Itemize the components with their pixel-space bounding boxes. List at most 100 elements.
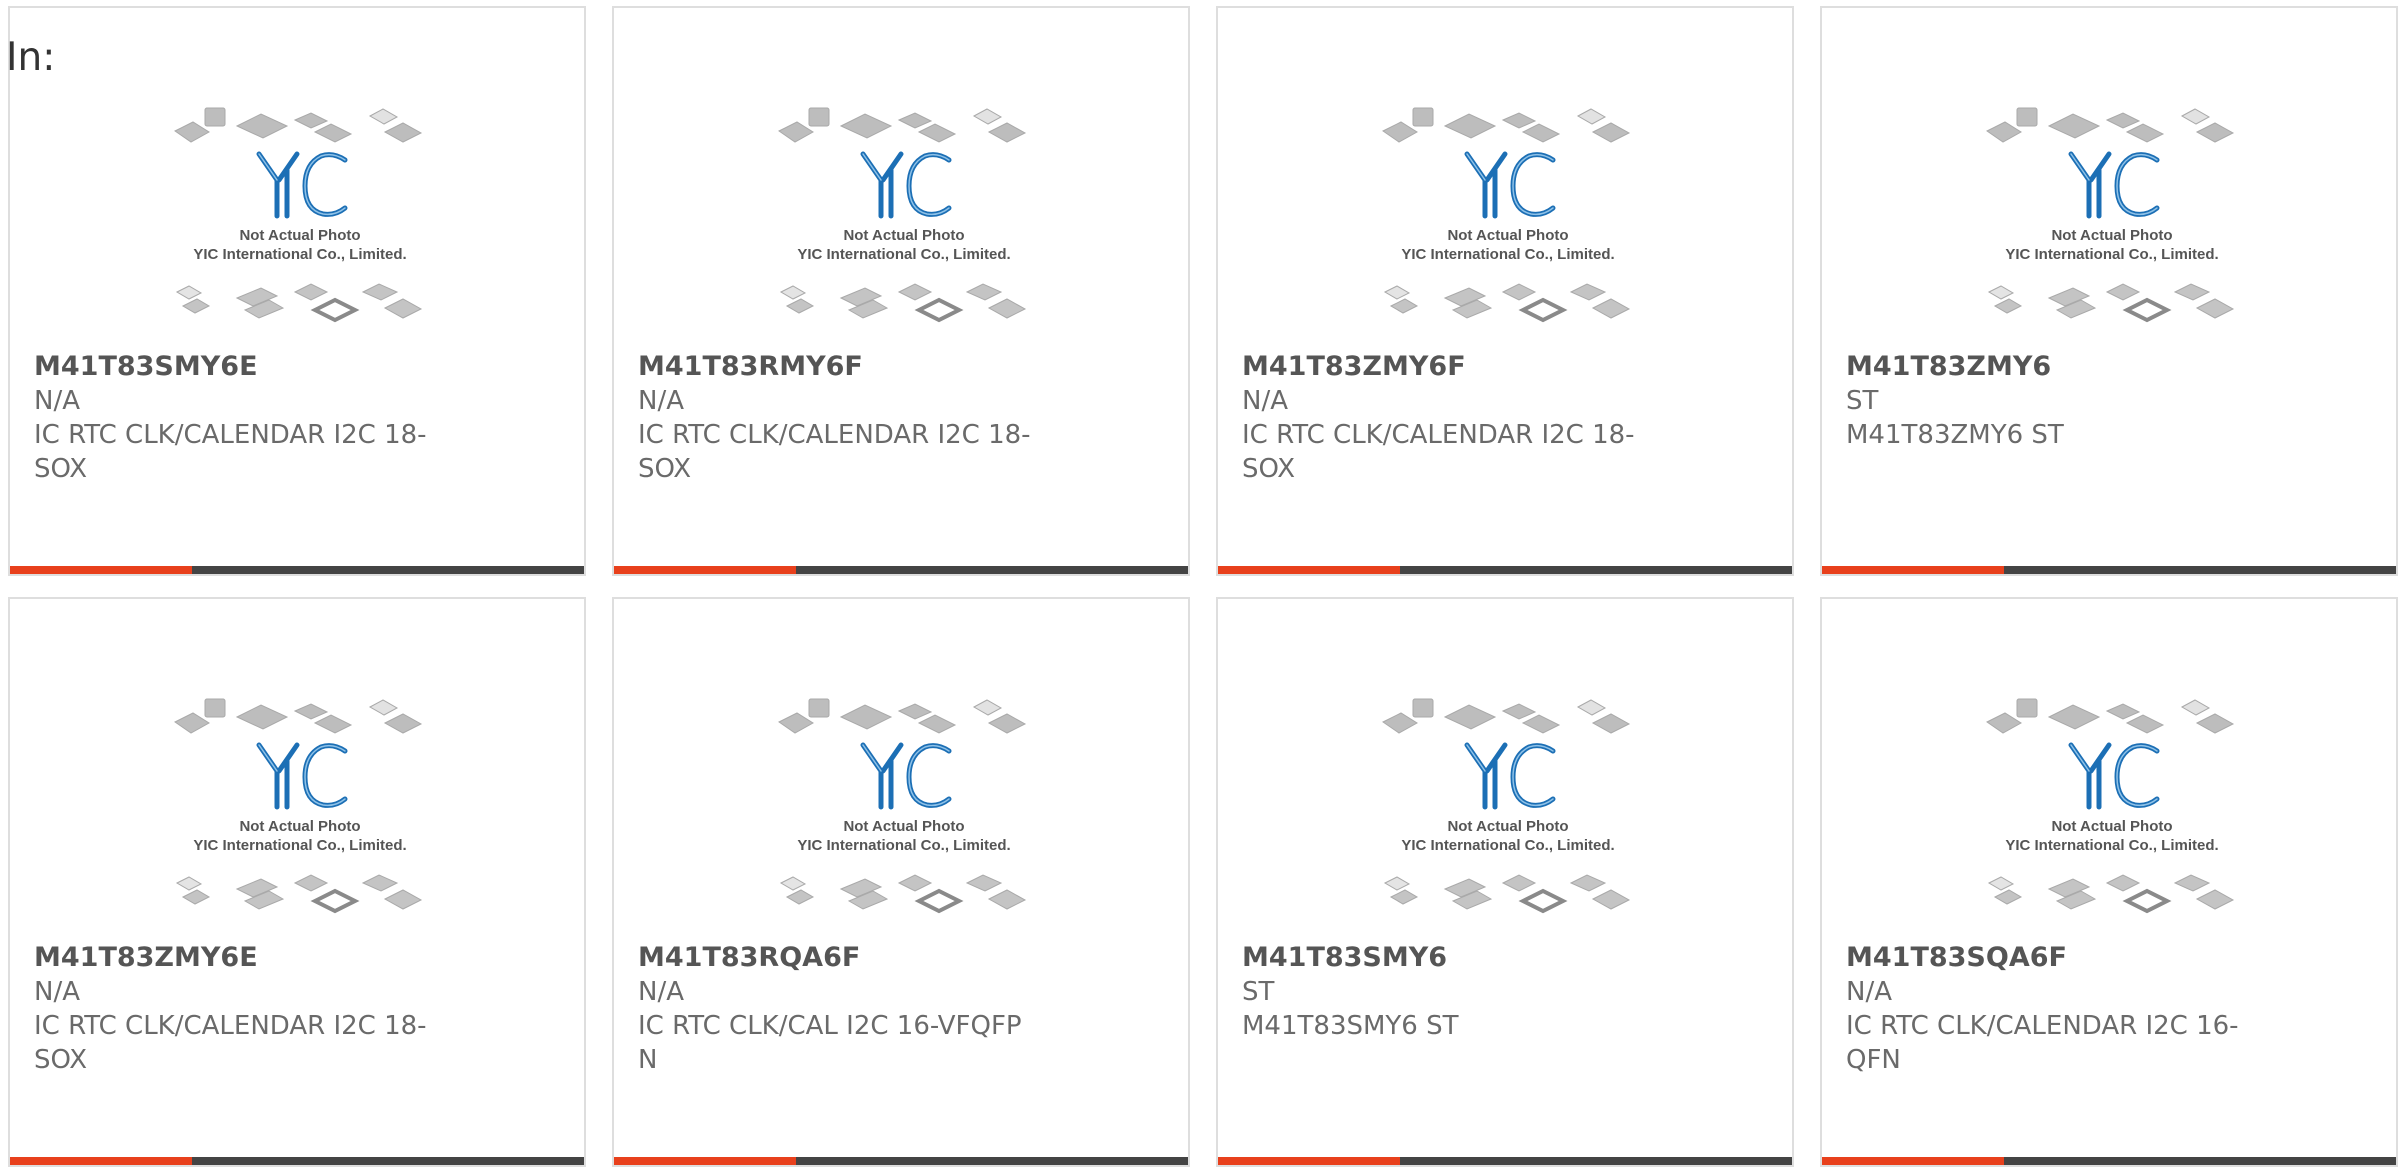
part-number[interactable]: M41T83SMY6: [1242, 941, 1672, 975]
placeholder-line1: Not Actual Photo: [843, 227, 964, 244]
placeholder-line1: Not Actual Photo: [843, 818, 964, 835]
product-card[interactable]: Not Actual Photo YIC International Co., …: [612, 6, 1190, 576]
card-accent-bar: [1822, 1157, 2004, 1165]
placeholder-line1: Not Actual Photo: [1447, 227, 1568, 244]
product-card[interactable]: Not Actual Photo YIC International Co., …: [8, 597, 586, 1167]
product-info: M41T83ZMY6F N/A IC RTC CLK/CALENDAR I2C …: [1242, 350, 1672, 486]
manufacturer: ST: [1846, 386, 1879, 416]
yic-logo-icon: [1464, 742, 1556, 810]
description: IC RTC CLK/CALENDAR I2C 16-QFN: [1846, 1011, 2239, 1075]
product-info: M41T83SMY6 ST M41T83SMY6 ST: [1242, 941, 1672, 1043]
card-footer-bar: [10, 566, 584, 574]
product-info: M41T83ZMY6E N/A IC RTC CLK/CALENDAR I2C …: [34, 941, 464, 1077]
placeholder-photo: Not Actual Photo YIC International Co., …: [1986, 107, 2235, 323]
description: IC RTC CLK/CALENDAR I2C 18-SOX: [34, 1011, 427, 1075]
part-number[interactable]: M41T83SQA6F: [1846, 941, 2276, 975]
placeholder-line2: YIC International Co., Limited.: [2005, 246, 2218, 263]
placeholder-photo: Not Actual Photo YIC International Co., …: [1382, 698, 1631, 914]
product-card[interactable]: Not Actual Photo YIC International Co., …: [612, 597, 1190, 1167]
card-footer-bar: [1218, 566, 1792, 574]
part-number[interactable]: M41T83ZMY6: [1846, 350, 2276, 384]
placeholder-line1: Not Actual Photo: [2051, 227, 2172, 244]
yic-logo-icon: [256, 742, 348, 810]
chip-icons-bottom: [779, 283, 1027, 323]
card-footer-bar: [10, 1157, 584, 1165]
chip-icons-bottom: [1987, 283, 2235, 323]
chip-icons-top: [1382, 698, 1631, 734]
placeholder-photo: Not Actual Photo YIC International Co., …: [778, 698, 1027, 914]
chip-icons-top: [1382, 107, 1631, 143]
card-accent-bar: [10, 566, 192, 574]
manufacturer: N/A: [1242, 386, 1288, 416]
product-card[interactable]: Not Actual Photo YIC International Co., …: [1216, 597, 1794, 1167]
placeholder-line2: YIC International Co., Limited.: [797, 837, 1010, 854]
card-footer-bar: [1218, 1157, 1792, 1165]
description: M41T83SMY6 ST: [1242, 1011, 1459, 1041]
part-number[interactable]: M41T83RMY6F: [638, 350, 1068, 384]
product-card[interactable]: Not Actual Photo YIC International Co., …: [1216, 6, 1794, 576]
card-accent-bar: [614, 566, 796, 574]
placeholder-line1: Not Actual Photo: [2051, 818, 2172, 835]
description: IC RTC CLK/CALENDAR I2C 18-SOX: [638, 420, 1031, 484]
manufacturer: N/A: [34, 977, 80, 1007]
card-accent-bar: [614, 1157, 796, 1165]
product-info: M41T83SMY6E N/A IC RTC CLK/CALENDAR I2C …: [34, 350, 464, 486]
product-card[interactable]: Not Actual Photo YIC International Co., …: [1820, 6, 2398, 576]
chip-icons-top: [174, 698, 423, 734]
yic-logo-icon: [860, 742, 952, 810]
chip-icons-bottom: [1383, 283, 1631, 323]
chip-icons-bottom: [779, 874, 1027, 914]
placeholder-line2: YIC International Co., Limited.: [1401, 837, 1614, 854]
yic-logo-icon: [860, 151, 952, 219]
product-card[interactable]: Not Actual Photo YIC International Co., …: [1820, 597, 2398, 1167]
manufacturer: N/A: [1846, 977, 1892, 1007]
product-info: M41T83RQA6F N/A IC RTC CLK/CAL I2C 16-VF…: [638, 941, 1068, 1077]
product-info: M41T83SQA6F N/A IC RTC CLK/CALENDAR I2C …: [1846, 941, 2276, 1077]
placeholder-photo: Not Actual Photo YIC International Co., …: [778, 107, 1027, 323]
manufacturer: N/A: [34, 386, 80, 416]
product-card[interactable]: Not Actual Photo YIC International Co., …: [8, 6, 586, 576]
placeholder-photo: Not Actual Photo YIC International Co., …: [1382, 107, 1631, 323]
chip-icons-top: [778, 698, 1027, 734]
part-number[interactable]: M41T83ZMY6F: [1242, 350, 1672, 384]
placeholder-line1: Not Actual Photo: [239, 227, 360, 244]
chip-icons-top: [174, 107, 423, 143]
chip-icons-bottom: [175, 874, 423, 914]
card-footer-bar: [1822, 1157, 2396, 1165]
chip-icons-bottom: [1383, 874, 1631, 914]
placeholder-line2: YIC International Co., Limited.: [2005, 837, 2218, 854]
chip-icons-top: [778, 107, 1027, 143]
card-footer-bar: [1822, 566, 2396, 574]
manufacturer: N/A: [638, 386, 684, 416]
placeholder-line1: Not Actual Photo: [1447, 818, 1568, 835]
yic-logo-icon: [1464, 151, 1556, 219]
filter-label: In:: [6, 35, 56, 80]
part-number[interactable]: M41T83RQA6F: [638, 941, 1068, 975]
part-number[interactable]: M41T83SMY6E: [34, 350, 464, 384]
product-info: M41T83ZMY6 ST M41T83ZMY6 ST: [1846, 350, 2276, 452]
placeholder-line1: Not Actual Photo: [239, 818, 360, 835]
placeholder-line2: YIC International Co., Limited.: [193, 837, 406, 854]
placeholder-photo: Not Actual Photo YIC International Co., …: [174, 698, 423, 914]
description: IC RTC CLK/CAL I2C 16-VFQFPN: [638, 1011, 1022, 1075]
chip-icons-bottom: [175, 283, 423, 323]
placeholder-line2: YIC International Co., Limited.: [797, 246, 1010, 263]
card-footer-bar: [614, 1157, 1188, 1165]
manufacturer: N/A: [638, 977, 684, 1007]
placeholder-photo: Not Actual Photo YIC International Co., …: [174, 107, 423, 323]
chip-icons-top: [1986, 698, 2235, 734]
yic-logo-icon: [2068, 151, 2160, 219]
description: M41T83ZMY6 ST: [1846, 420, 2064, 450]
product-grid: Not Actual Photo YIC International Co., …: [8, 6, 2398, 1167]
yic-logo-icon: [256, 151, 348, 219]
description: IC RTC CLK/CALENDAR I2C 18-SOX: [1242, 420, 1635, 484]
manufacturer: ST: [1242, 977, 1275, 1007]
card-accent-bar: [1218, 1157, 1400, 1165]
chip-icons-bottom: [1987, 874, 2235, 914]
card-accent-bar: [10, 1157, 192, 1165]
card-footer-bar: [614, 566, 1188, 574]
part-number[interactable]: M41T83ZMY6E: [34, 941, 464, 975]
card-accent-bar: [1822, 566, 2004, 574]
placeholder-line2: YIC International Co., Limited.: [1401, 246, 1614, 263]
product-info: M41T83RMY6F N/A IC RTC CLK/CALENDAR I2C …: [638, 350, 1068, 486]
